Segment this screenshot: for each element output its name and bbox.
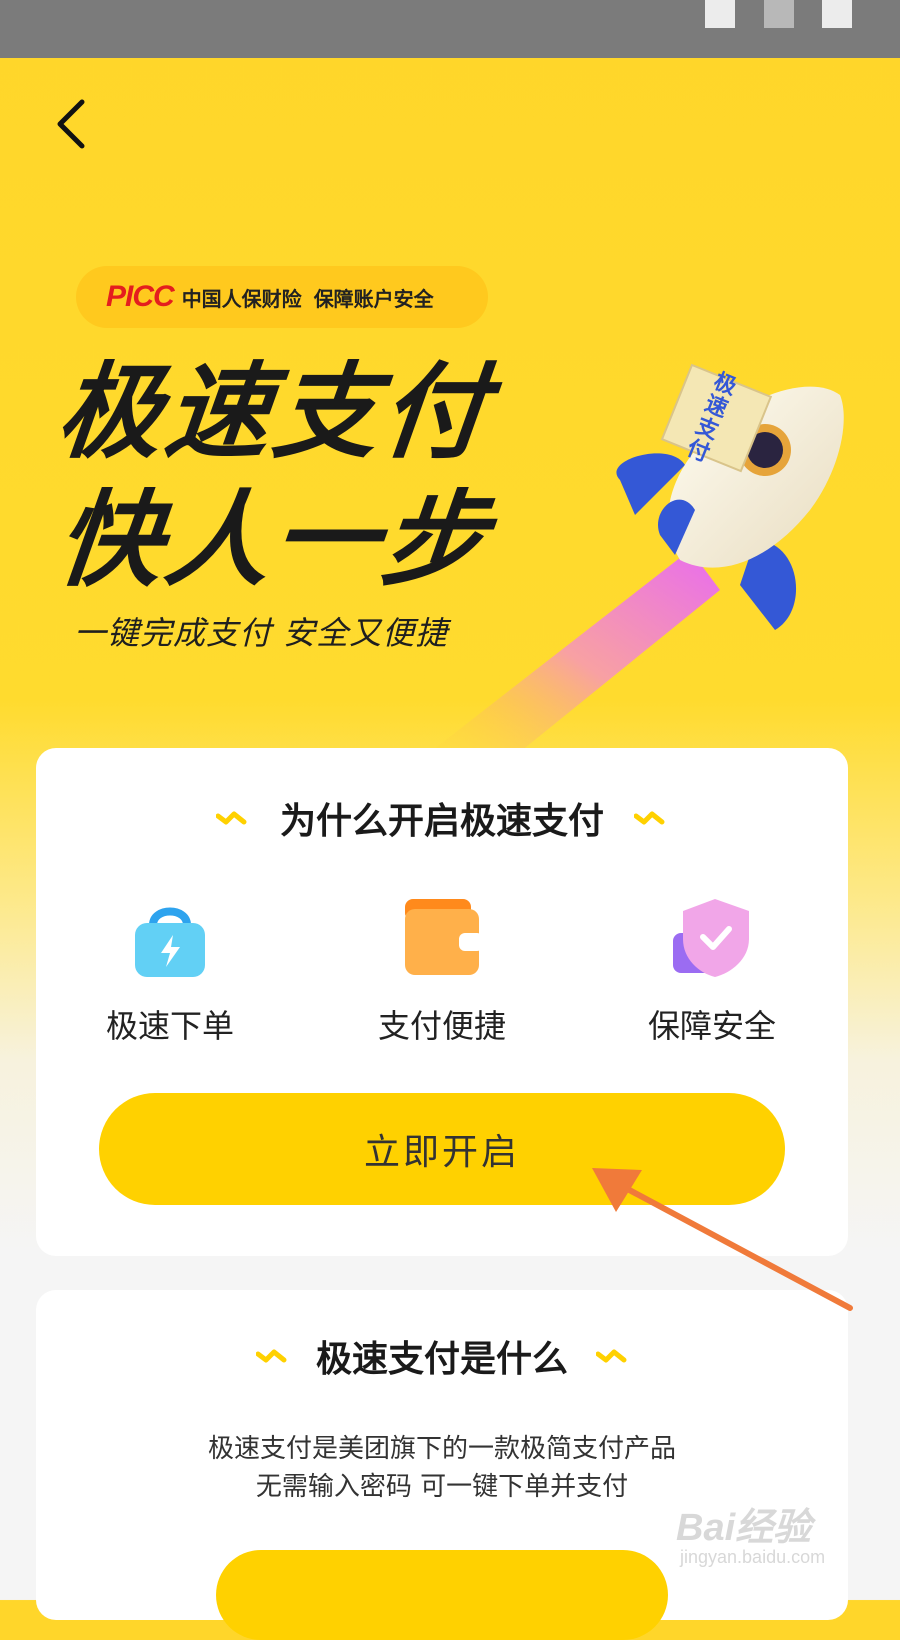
squiggle-icon (596, 1349, 627, 1363)
why-card-title: 为什么开启极速支付 (279, 801, 604, 842)
secondary-button[interactable] (216, 1550, 668, 1640)
status-bar (0, 0, 900, 58)
status-indicator (764, 0, 794, 28)
status-indicator (822, 0, 852, 28)
insurer-name: 中国人保财险 (181, 286, 302, 311)
rocket-illustration (420, 363, 844, 760)
back-button[interactable] (52, 94, 102, 154)
rocket-trail (420, 550, 720, 760)
chevron-left-icon (57, 99, 85, 149)
picc-logo: PICC (106, 280, 175, 313)
feature-label: 保障安全 (647, 1007, 776, 1045)
shield-check-icon (673, 899, 749, 977)
badge-tagline: 保障账户安全 (313, 286, 434, 311)
feature-security: 保障安全 (602, 893, 822, 1047)
hero-subtitle: 一键完成支付 安全又便捷 (74, 614, 449, 652)
squiggle-icon (634, 811, 665, 825)
watermark-logo: Bai经验 (676, 1507, 812, 1549)
what-is-card: 极速支付是什么 极速支付是美团旗下的一款极简支付产品 无需输入密码 可一键下单并… (36, 1290, 848, 1640)
status-indicator (705, 0, 735, 28)
feature-fast-order: 极速下单 (60, 893, 280, 1047)
wallet-icon (405, 899, 483, 975)
feature-easy-pay: 支付便捷 (332, 893, 552, 1047)
watermark-url: jingyan.baidu.com (680, 1547, 826, 1567)
feature-label: 极速下单 (105, 1007, 234, 1045)
feature-label: 支付便捷 (377, 1007, 506, 1045)
security-badge: PICC 中国人保财险 保障账户安全 (76, 266, 488, 328)
what-card-title: 极速支付是什么 (315, 1339, 568, 1380)
baidu-watermark: Bai经验 jingyan.baidu.com (676, 1496, 825, 1568)
what-desc-line1: 极速支付是美团旗下的一款极简支付产品 (207, 1434, 676, 1464)
annotation-arrow (592, 1168, 853, 1311)
shopping-bag-bolt-icon (135, 907, 205, 977)
